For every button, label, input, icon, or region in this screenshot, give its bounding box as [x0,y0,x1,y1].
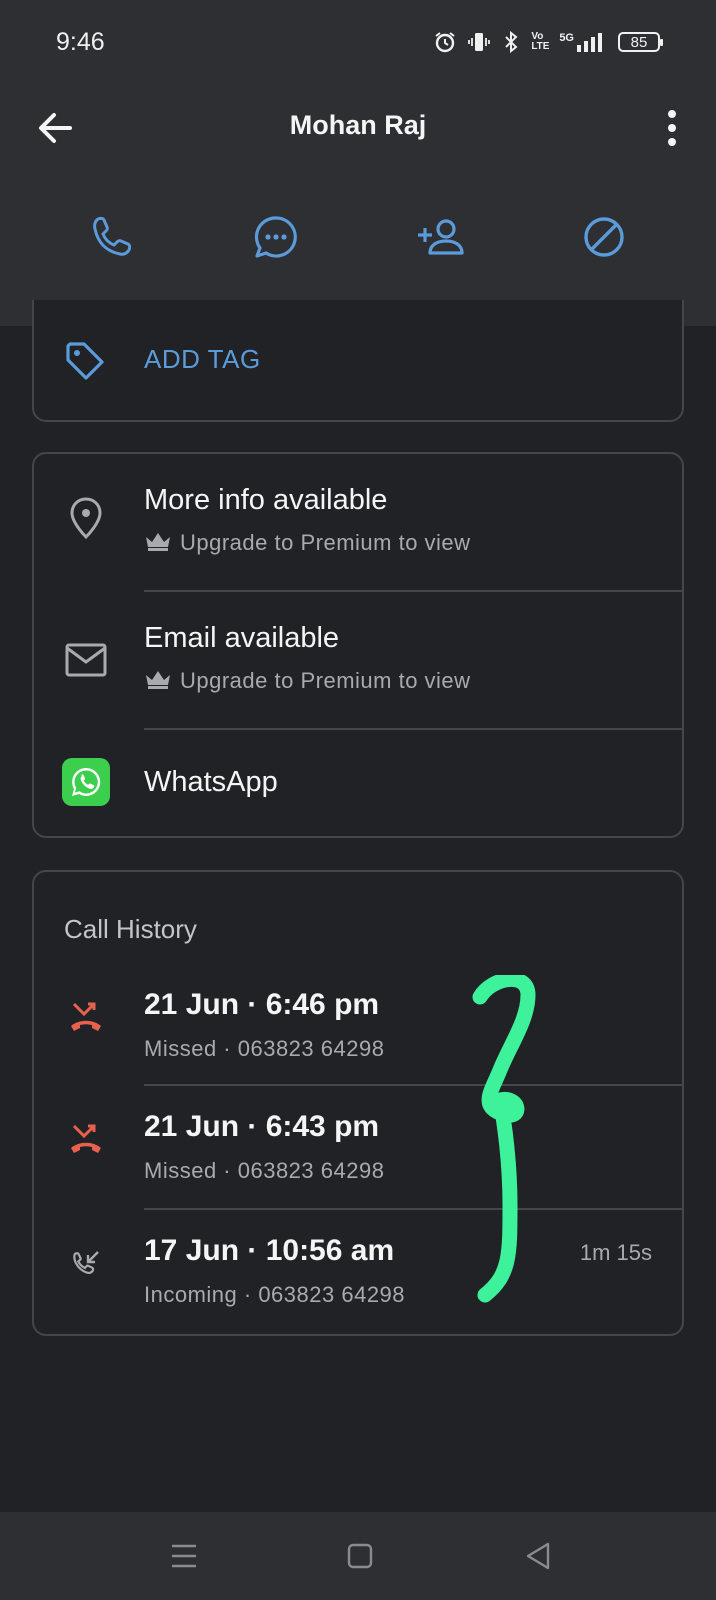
call-datetime: 17 Jun · 10:56 am [144,1234,395,1267]
call-datetime: 21 Jun · 6:46 pm [144,988,380,1021]
call-button[interactable] [80,205,144,269]
system-nav-bar [0,1512,716,1600]
call-datetime: 21 Jun · 6:43 pm [144,1110,380,1143]
contact-name: Mohan Raj [289,110,427,140]
tag-card: ADD TAG [32,300,684,422]
back-triangle-icon[interactable] [522,1540,554,1572]
status-icons: Vo LTE 5G 85 [433,30,663,54]
add-contact-button[interactable] [408,205,472,269]
divider [144,1208,682,1210]
more-info-subtitle: Upgrade to Premium to view [144,530,471,556]
toolbar: Mohan Raj [0,90,716,162]
whatsapp-icon [62,758,110,806]
whatsapp-icon-wrap [62,758,110,806]
more-options-icon[interactable] [660,108,684,148]
incoming-call-icon [62,1240,110,1288]
message-icon [254,216,297,258]
status-time: 9:46 [56,27,105,56]
call-row[interactable]: 21 Jun · 6:46 pm Missed · 063823 64298 [34,976,682,1086]
block-button[interactable] [572,205,636,269]
whatsapp-row[interactable]: WhatsApp [34,730,682,838]
phone-icon [93,216,132,256]
network-type: 5G [559,32,602,52]
missed-call-icon [62,994,110,1042]
email-title: Email available [144,622,340,654]
call-row[interactable]: 21 Jun · 6:43 pm Missed · 063823 64298 [34,1098,682,1208]
crown-icon [146,671,170,689]
contact-header: 9:46 Vo LTE 5G 85 Mohan Raj [0,0,716,326]
more-info-title: More info available [144,484,388,516]
call-detail: Missed · 063823 64298 [144,1036,385,1061]
tag-icon [62,338,110,386]
call-detail: Missed · 063823 64298 [144,1158,385,1183]
whatsapp-title: WhatsApp [144,766,278,798]
volte-indicator: Vo LTE [531,31,550,52]
more-info-row[interactable]: More info available Upgrade to Premium t… [34,454,682,590]
back-arrow-icon[interactable] [36,110,76,146]
info-card: More info available Upgrade to Premium t… [32,452,684,838]
home-icon[interactable] [344,1540,376,1572]
call-duration: 1m 15s [579,1240,652,1265]
call-row[interactable]: 17 Jun · 10:56 am Incoming · 063823 6429… [34,1222,682,1332]
add-contact-icon [418,219,464,255]
signal-icon [577,33,602,52]
vibrate-icon [468,33,491,51]
alarm-icon [435,32,455,53]
add-tag-row[interactable]: ADD TAG [34,300,682,420]
email-icon [62,636,110,684]
email-row[interactable]: Email available Upgrade to Premium to vi… [34,592,682,728]
missed-call-icon [62,1116,110,1164]
crown-icon [146,533,170,551]
call-history-title: Call History [64,914,197,944]
battery-indicator: 85 [618,32,663,52]
location-pin-icon [62,494,110,542]
bluetooth-icon [505,30,518,54]
email-subtitle: Upgrade to Premium to view [144,668,471,694]
message-button[interactable] [244,205,308,269]
add-tag-label: ADD TAG [144,344,261,374]
menu-icon[interactable] [168,1540,200,1572]
action-bar [0,205,716,275]
status-bar: 9:46 Vo LTE 5G 85 [0,0,716,84]
block-icon [584,217,624,257]
divider [144,1084,682,1086]
call-history-card: Call History 21 Jun · 6:46 pm Missed · 0… [32,870,684,1336]
call-detail: Incoming · 063823 64298 [144,1282,406,1307]
